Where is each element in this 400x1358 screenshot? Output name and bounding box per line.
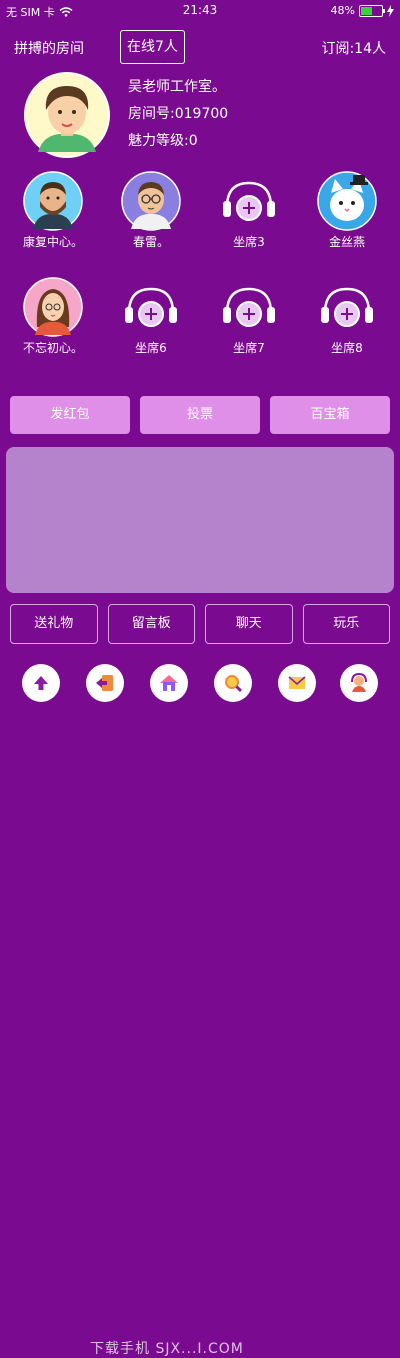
- seat-5[interactable]: 不忘初心。: [8, 277, 98, 356]
- seat-label: 春雷。: [132, 235, 169, 249]
- seat-8[interactable]: 坐席8: [302, 277, 392, 356]
- watermark-text: 下载手机 SJX...I.COM: [90, 1341, 244, 1357]
- seat-4[interactable]: 金丝燕: [302, 171, 392, 250]
- bottom-toolbar: 下载手机 SJX...I.COM: [0, 660, 400, 1357]
- host-name: 吴老师工作室。: [128, 79, 226, 95]
- search-icon[interactable]: [214, 664, 252, 702]
- seat-label: 不忘初心。: [22, 341, 83, 355]
- seat-7[interactable]: 坐席7: [204, 277, 294, 356]
- seat-6[interactable]: 坐席6: [106, 277, 196, 356]
- host-avatar[interactable]: [24, 72, 110, 158]
- headphone-add-icon: [219, 277, 279, 337]
- seat-1[interactable]: 康复中心。: [8, 171, 98, 250]
- headphone-add-icon: [121, 277, 181, 337]
- vote-button[interactable]: 投票: [140, 396, 260, 434]
- room-number: 房间号:019700: [128, 106, 229, 122]
- battery-percent: 48%: [330, 4, 355, 17]
- seat-2[interactable]: 春雷。: [106, 171, 196, 250]
- arrow-up-icon[interactable]: [22, 664, 60, 702]
- charm-level: 魅力等级:0: [128, 133, 198, 149]
- seat-label: 金丝燕: [328, 235, 365, 249]
- tab-message-board[interactable]: 留言板: [107, 604, 195, 644]
- exit-icon[interactable]: [86, 664, 124, 702]
- tab-fun[interactable]: 玩乐: [302, 604, 390, 644]
- battery-icon: [359, 4, 385, 17]
- cat-avatar: [317, 171, 377, 231]
- status-bar: 无 SIM 卡 21:43 48%: [0, 0, 400, 22]
- treasure-box-button[interactable]: 百宝箱: [270, 396, 390, 434]
- seat-3[interactable]: 坐席3: [204, 171, 294, 250]
- mail-icon[interactable]: [278, 664, 316, 702]
- seat-label: 坐席8: [331, 341, 363, 355]
- man-glasses-avatar: [121, 171, 181, 231]
- seat-label: 坐席6: [135, 341, 167, 355]
- headphone-add-icon: [317, 277, 377, 337]
- subscribe-count[interactable]: 订阅:14人: [321, 38, 386, 58]
- tab-send-gift[interactable]: 送礼物: [10, 604, 98, 644]
- chat-panel[interactable]: [6, 447, 394, 593]
- charging-bolt-icon: [387, 4, 394, 17]
- seat-label: 坐席7: [233, 341, 265, 355]
- red-packet-button[interactable]: 发红包: [10, 396, 130, 434]
- function-tabs: 送礼物 留言板 聊天 玩乐: [10, 604, 390, 644]
- man-beard-avatar: [23, 171, 83, 231]
- seat-label: 坐席3: [233, 235, 265, 249]
- room-title: 拼搏的房间: [14, 41, 84, 57]
- online-count-button[interactable]: 在线7人: [120, 30, 185, 64]
- tab-chat[interactable]: 聊天: [205, 604, 293, 644]
- seat-label: 康复中心。: [22, 235, 83, 249]
- woman-avatar: [23, 277, 83, 337]
- headphone-add-icon: [219, 171, 279, 231]
- room-header: 拼搏的房间 在线7人 订阅:14人: [0, 30, 400, 64]
- support-icon[interactable]: [340, 664, 378, 702]
- action-bar: 发红包 投票 百宝箱: [10, 396, 390, 434]
- home-icon[interactable]: [150, 664, 188, 702]
- host-info: 吴老师工作室。 房间号:019700 魅力等级:0: [128, 74, 228, 155]
